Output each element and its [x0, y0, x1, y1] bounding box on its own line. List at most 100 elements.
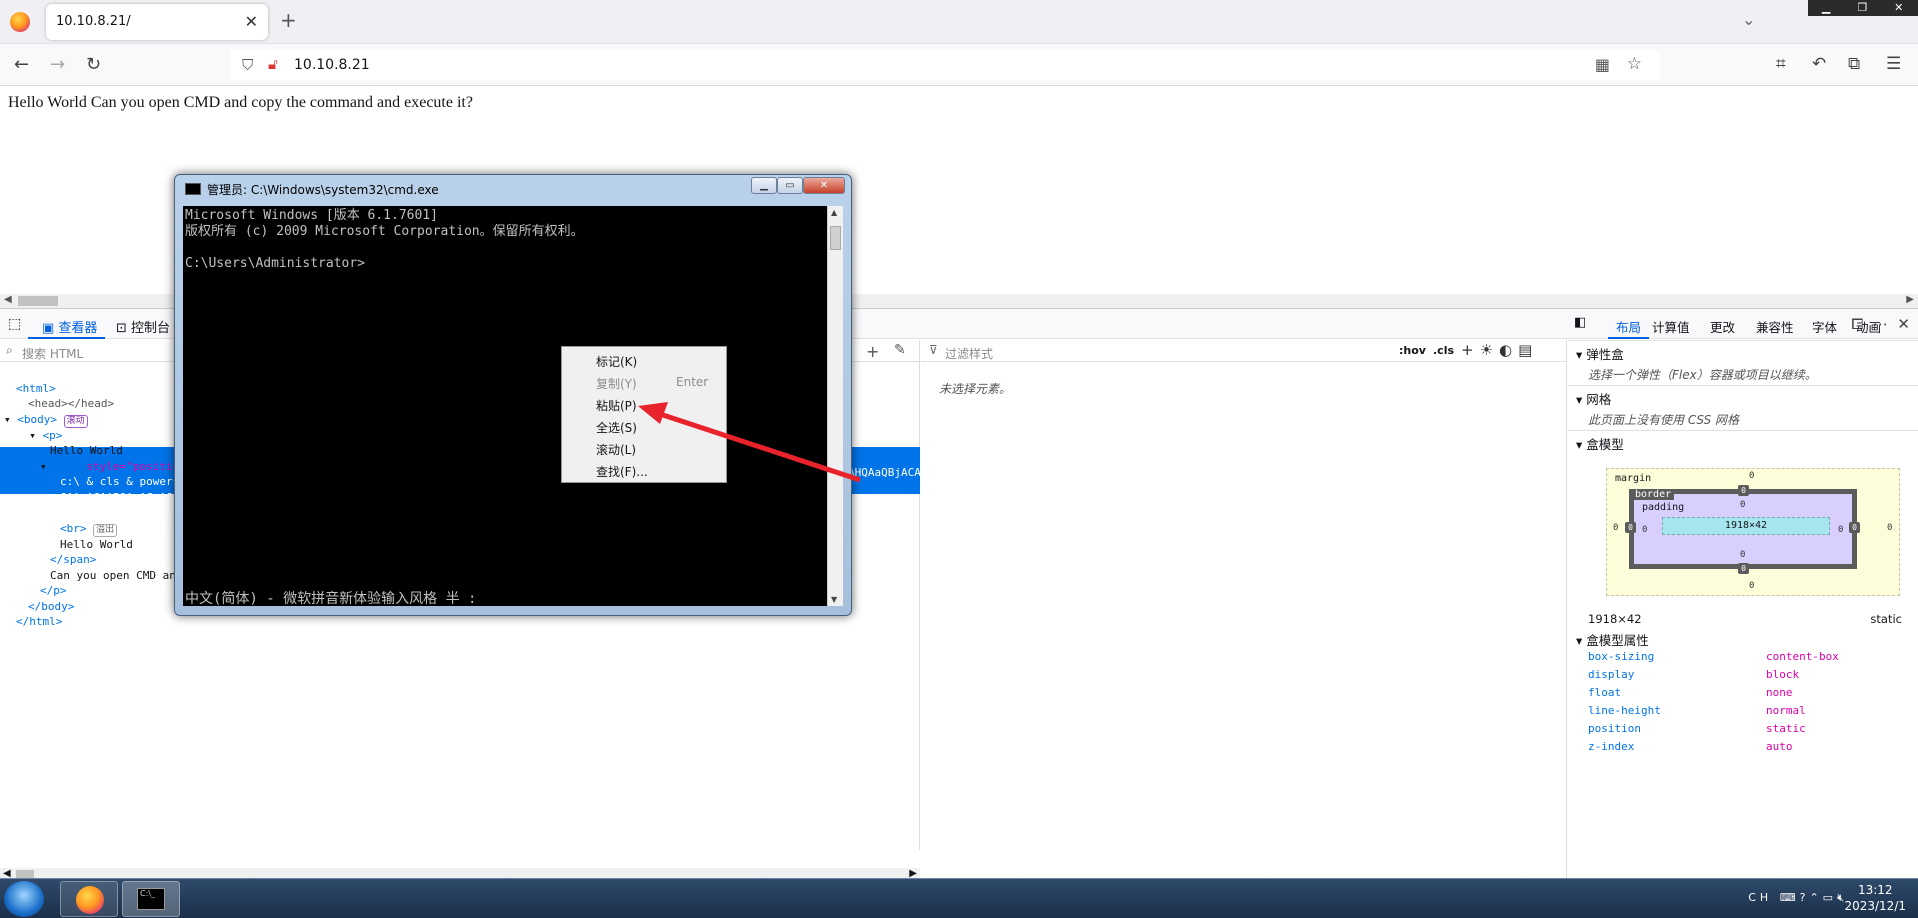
cmd-vertical-scrollbar[interactable]: ▲ ▼ — [827, 206, 843, 606]
tab-compatibility[interactable]: 兼容性 — [1756, 317, 1794, 336]
close-tab-icon[interactable]: ✕ — [245, 12, 258, 31]
dom-line[interactable]: ▾ <body> 滚动 — [4, 412, 186, 428]
dom-line[interactable]: JAAxACAAPQAgACcAJAB — [16, 490, 186, 506]
dom-line[interactable]: Hello World — [16, 443, 186, 459]
list-tabs-icon[interactable]: ⌄ — [1742, 10, 1755, 29]
cmd-close-icon[interactable]: ✕ — [803, 177, 845, 194]
keyboard-icon[interactable]: ⌨ — [1780, 891, 1800, 904]
tab-layout[interactable]: 布局 — [1608, 309, 1650, 339]
dom-line[interactable]: <html> — [16, 381, 186, 397]
margin-right-value[interactable]: 0 — [1887, 523, 1892, 533]
reload-icon[interactable]: ↻ — [86, 54, 101, 75]
border-right-value[interactable]: 0 — [1849, 522, 1860, 533]
cmd-window[interactable]: 管理员: C:\Windows\system32\cmd.exe ▁ ▭ ✕ Mic… — [174, 174, 852, 616]
margin-left-value[interactable]: 0 — [1613, 523, 1618, 533]
padding-top-value[interactable]: 0 — [1740, 500, 1745, 510]
menu-item-find[interactable]: 查找(F)... — [596, 463, 648, 480]
dom-line[interactable]: </p> — [16, 583, 186, 599]
dom-line[interactable]: <head></head> — [16, 396, 186, 412]
prop-value[interactable]: normal — [1766, 704, 1806, 717]
dom-line[interactable]: c:\ & cls & powersh — [16, 474, 186, 490]
dom-line[interactable]: ▾<span style="position — [16, 459, 186, 475]
menu-item-mark[interactable]: 标记(K) — [596, 353, 637, 370]
new-tab-icon[interactable]: + — [280, 8, 297, 32]
menu-item-paste[interactable]: 粘贴(P) — [596, 397, 637, 414]
qr-code-icon[interactable]: ▦ — [1595, 55, 1610, 74]
taskbar-firefox[interactable] — [60, 881, 118, 917]
cmd-maximize-icon[interactable]: ▭ — [777, 177, 803, 194]
screenshot-icon[interactable]: ⌗ — [1776, 54, 1786, 74]
firefox-icon[interactable] — [10, 12, 30, 32]
hov-toggle[interactable]: :hov — [1399, 344, 1426, 357]
close-window-icon[interactable]: ✕ — [1881, 0, 1917, 15]
restore-icon[interactable]: ❐ — [1844, 0, 1880, 15]
scroll-thumb[interactable] — [830, 226, 841, 250]
scroll-badge[interactable]: 滚动 — [63, 414, 88, 428]
boxmodel-section-header[interactable]: ▾ 盒模型 — [1576, 434, 1624, 453]
menu-icon[interactable]: ☰ — [1886, 54, 1901, 74]
margin-bottom-value[interactable]: 0 — [1749, 581, 1754, 591]
prop-value[interactable]: auto — [1766, 740, 1793, 753]
light-mode-icon[interactable]: ☀ — [1480, 341, 1499, 359]
clock[interactable]: 13:12 2023/12/1 — [1844, 882, 1906, 914]
content-box[interactable]: 1918×42 — [1662, 517, 1830, 535]
menu-item-scroll[interactable]: 滚动(L) — [596, 441, 636, 458]
dom-line[interactable]: </body> — [16, 599, 186, 615]
cls-toggle[interactable]: .cls — [1433, 344, 1454, 357]
scroll-right-icon[interactable]: ▶ — [1906, 294, 1914, 305]
dom-line[interactable]: ▾ <p> — [16, 428, 186, 444]
tab-inspector[interactable]: ▣ 查看器 — [28, 309, 106, 339]
add-rule-icon[interactable]: + — [1461, 341, 1480, 359]
print-media-icon[interactable]: ▤ — [1518, 341, 1538, 359]
start-button[interactable] — [4, 881, 44, 917]
back-icon[interactable]: ← — [14, 54, 29, 75]
dom-line[interactable]: </span> — [16, 552, 186, 568]
scroll-up-icon[interactable]: ▲ — [831, 208, 837, 217]
forward-icon[interactable]: → — [50, 54, 65, 75]
tab-computed[interactable]: 计算值 — [1652, 317, 1690, 336]
tab-animations[interactable]: 动画 — [1856, 317, 1881, 336]
dom-line[interactable]: Can you open CMD and — [16, 568, 186, 584]
eyedropper-icon[interactable]: ✎ — [894, 342, 906, 358]
filter-styles-input[interactable]: 过滤样式 — [945, 345, 993, 362]
minimize-icon[interactable]: ▁ — [1808, 0, 1844, 15]
boxmodel-props-header[interactable]: ▾ 盒模型属性 — [1576, 630, 1649, 649]
dom-line[interactable]: </html> — [16, 614, 186, 630]
dom-line[interactable]: <br> 溢出 — [16, 521, 186, 537]
url-bar[interactable]: ⛉ 🔓︎ 10.10.8.21 ▦ ☆ — [230, 50, 1660, 80]
undo-icon[interactable]: ↶ — [1812, 54, 1826, 74]
prop-value[interactable]: content-box — [1766, 650, 1839, 663]
flexbox-section-header[interactable]: ▾ 弹性盒 — [1576, 344, 1624, 363]
toggle-pane-icon[interactable]: ◧ — [1574, 315, 1586, 330]
taskbar-cmd[interactable]: C:\_ — [122, 881, 180, 917]
element-picker-icon[interactable]: ⬚ — [8, 316, 21, 332]
browser-tab[interactable]: 10.10.8.21/ ✕ — [46, 4, 268, 40]
prop-value[interactable]: block — [1766, 668, 1799, 681]
tab-fonts[interactable]: 字体 — [1812, 317, 1837, 336]
input-language[interactable]: CH — [1748, 891, 1772, 904]
dark-mode-icon[interactable]: ◐ — [1499, 341, 1518, 359]
scroll-down-icon[interactable]: ▼ — [831, 595, 837, 604]
scroll-thumb[interactable] — [18, 296, 58, 306]
add-node-icon[interactable]: + — [866, 342, 879, 361]
border-top-value[interactable]: 0 — [1738, 485, 1749, 496]
border-bottom-value[interactable]: 0 — [1738, 563, 1749, 574]
extensions-icon[interactable]: ⧉ — [1848, 54, 1860, 74]
prop-value[interactable]: none — [1766, 686, 1793, 699]
cmd-minimize-icon[interactable]: ▁ — [751, 177, 777, 194]
border-left-value[interactable]: 0 — [1625, 522, 1636, 533]
network-icon[interactable]: ▭ — [1823, 891, 1837, 904]
menu-item-copy[interactable]: 复制(Y) — [596, 375, 637, 392]
grid-section-header[interactable]: ▾ 网格 — [1576, 389, 1611, 408]
shield-icon[interactable]: ⛉ — [242, 56, 253, 74]
margin-top-value[interactable]: 0 — [1749, 471, 1754, 481]
tab-console[interactable]: ⊡ 控制台 — [116, 317, 170, 336]
html-search-input[interactable]: 搜索 HTML — [22, 345, 83, 362]
bookmark-star-icon[interactable]: ☆ — [1627, 54, 1642, 74]
url-text[interactable]: 10.10.8.21 — [294, 57, 370, 73]
show-hidden-icon[interactable]: ⌃ — [1809, 891, 1822, 904]
tab-changes[interactable]: 更改 — [1710, 317, 1735, 336]
dom-line[interactable]: & c:\ & cls — [16, 505, 186, 521]
overflow-badge[interactable]: 溢出 — [93, 523, 118, 537]
cmd-console[interactable]: Microsoft Windows [版本 6.1.7601] 版权所有 (c) … — [183, 206, 835, 607]
